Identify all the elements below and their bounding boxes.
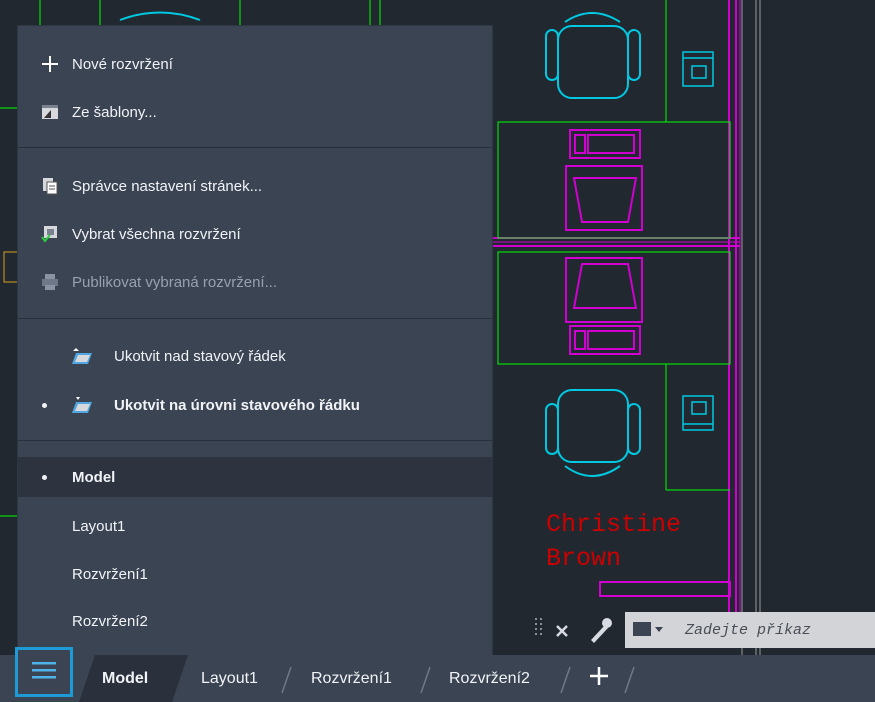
tab-rozvrzeni1[interactable]: Rozvržení1 — [311, 655, 392, 702]
tab-rozvrzeni2[interactable]: Rozvržení2 — [449, 655, 530, 702]
select-layouts-icon — [40, 224, 60, 244]
menu-item-label: Správce nastavení stránek... — [72, 177, 263, 195]
command-line-bar: Zadejte příkaz — [505, 608, 875, 652]
layout-menu: Nové rozvržení Ze šablony... Správce nas… — [18, 26, 492, 656]
menu-item-rozvrzeni2[interactable]: Rozvržení2 — [18, 601, 492, 641]
menu-item-label: Vybrat všechna rozvržení — [72, 225, 241, 243]
menu-separator — [18, 440, 492, 441]
tab-layout1[interactable]: Layout1 — [201, 655, 258, 702]
menu-item-page-setup[interactable]: Správce nastavení stránek... — [18, 166, 492, 206]
menu-item-from-template[interactable]: Ze šablony... — [18, 92, 492, 132]
menu-item-label: Rozvržení1 — [72, 565, 148, 583]
menu-item-dock-above-status-bar[interactable]: Ukotvit nad stavový řádek — [18, 336, 492, 376]
menu-item-new-layout[interactable]: Nové rozvržení — [18, 44, 492, 84]
menu-item-label: Rozvržení2 — [72, 612, 148, 630]
add-layout-button[interactable] — [588, 655, 610, 702]
dock-above-icon — [72, 346, 92, 366]
checked-bullet-icon — [42, 402, 47, 408]
tab-label: Rozvržení1 — [311, 669, 392, 687]
menu-item-publish-layouts: Publikovat vybraná rozvržení... — [18, 262, 492, 302]
checked-bullet-icon — [42, 474, 47, 480]
menu-item-label: Publikovat vybraná rozvržení... — [72, 273, 278, 291]
publish-icon — [40, 272, 60, 292]
hamburger-icon — [31, 660, 57, 685]
close-icon[interactable] — [556, 625, 568, 637]
menu-item-label: Model — [72, 468, 116, 486]
layout-menu-button[interactable] — [15, 647, 73, 697]
drawing-name-line1: Christine — [546, 510, 681, 539]
plus-icon — [40, 54, 60, 74]
wrench-icon[interactable] — [591, 618, 612, 643]
menu-item-label: Ukotvit na úrovni stavového řádku — [114, 396, 360, 414]
menu-separator — [18, 147, 492, 148]
menu-item-label: Nové rozvržení — [72, 55, 173, 73]
drawing-name-line2: Brown — [546, 544, 621, 573]
menu-item-dock-inline-status-bar[interactable]: Ukotvit na úrovni stavového řádku — [18, 385, 492, 425]
menu-item-layout1[interactable]: Layout1 — [18, 506, 492, 546]
menu-item-label: Ze šablony... — [72, 103, 157, 121]
page-setup-icon — [40, 176, 60, 196]
menu-item-label: Layout1 — [72, 517, 126, 535]
menu-item-model[interactable]: Model — [18, 457, 492, 497]
layout-tab-bar: Model Layout1 Rozvržení1 Rozvržení2 — [0, 655, 875, 702]
menu-separator — [18, 318, 492, 319]
template-icon — [40, 102, 60, 122]
grip-handle-icon[interactable] — [535, 618, 542, 635]
tab-label: Model — [102, 669, 149, 687]
tab-model[interactable]: Model — [102, 655, 148, 702]
command-input[interactable]: Zadejte příkaz — [685, 622, 811, 639]
tab-label: Layout1 — [201, 669, 258, 687]
menu-item-select-all-layouts[interactable]: Vybrat všechna rozvržení — [18, 214, 492, 254]
menu-item-label: Ukotvit nad stavový řádek — [114, 347, 286, 365]
dock-inline-icon — [72, 395, 92, 415]
menu-item-rozvrzeni1[interactable]: Rozvržení1 — [18, 554, 492, 594]
tab-label: Rozvržení2 — [449, 669, 530, 687]
plus-icon — [588, 665, 610, 692]
